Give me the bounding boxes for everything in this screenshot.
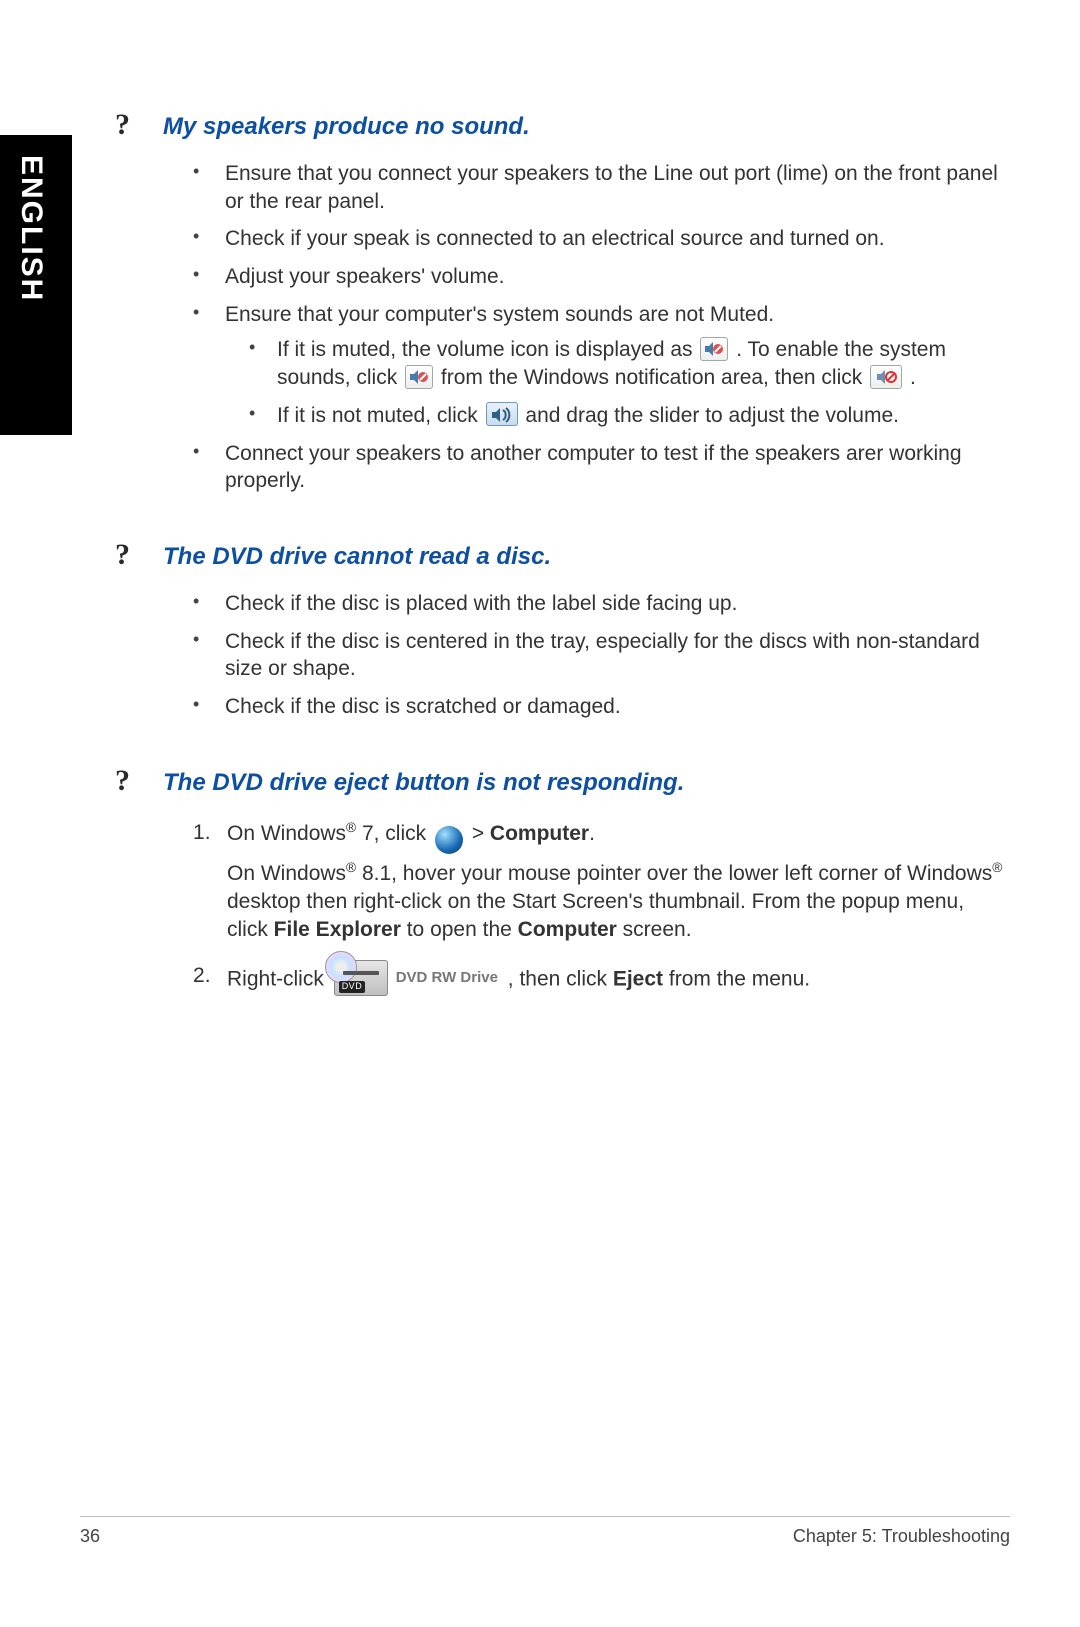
section-title: My speakers produce no sound.	[163, 113, 530, 142]
volume-icon	[486, 402, 518, 426]
windows-start-orb-icon	[434, 826, 464, 854]
language-label: ENGLISH	[14, 155, 48, 302]
text: to open the	[401, 918, 518, 941]
list-item: Connect your speakers to another compute…	[193, 440, 1010, 495]
computer-label: Computer	[518, 918, 617, 941]
chapter-label: Chapter 5: Troubleshooting	[793, 1526, 1010, 1547]
text: , then click	[508, 967, 613, 990]
language-side-tab: ENGLISH	[0, 135, 72, 435]
text: If it is not muted, click	[277, 404, 484, 427]
list-item: Check if the disc is placed with the lab…	[193, 590, 1010, 618]
list-item: Ensure that your computer's system sound…	[193, 301, 1010, 430]
list-item: Adjust your speakers' volume.	[193, 263, 1010, 291]
text: 7, click	[356, 822, 432, 845]
section-title: The DVD drive cannot read a disc.	[163, 543, 551, 572]
content-area: ? My speakers produce no sound. Ensure t…	[115, 110, 1010, 1043]
registered-mark: ®	[346, 820, 356, 835]
text: On Windows	[227, 822, 346, 845]
page-number: 36	[80, 1526, 100, 1547]
file-explorer-label: File Explorer	[274, 918, 401, 941]
section-dvd-eject: ? The DVD drive eject button is not resp…	[115, 766, 1010, 998]
section-speakers: ? My speakers produce no sound. Ensure t…	[115, 110, 1010, 495]
text: On Windows	[227, 862, 346, 885]
dvd-rw-drive-icon: DVD DVD RW Drive	[334, 960, 498, 996]
registered-mark: ®	[346, 860, 356, 875]
registered-mark: ®	[992, 860, 1002, 875]
text: If it is muted, the volume icon is displ…	[277, 338, 698, 361]
list-item: If it is muted, the volume icon is displ…	[249, 336, 1010, 391]
question-mark-icon: ?	[115, 110, 163, 140]
text: Right-click	[227, 967, 330, 990]
question-mark-icon: ?	[115, 540, 163, 570]
step-item: On Windows® 7, click > Computer. On Wind…	[193, 819, 1010, 943]
list-item-text: Ensure that your computer's system sound…	[225, 303, 774, 326]
volume-muted-icon	[700, 337, 728, 361]
volume-tray-muted-icon	[405, 365, 433, 389]
text: from the Windows notification area, then…	[441, 366, 868, 389]
section-title: The DVD drive eject button is not respon…	[163, 769, 684, 798]
question-mark-icon: ?	[115, 766, 163, 796]
footer-rule	[80, 1516, 1010, 1517]
list-item: Check if the disc is centered in the tra…	[193, 628, 1010, 683]
section-dvd-read: ? The DVD drive cannot read a disc. Chec…	[115, 540, 1010, 721]
list-item: Check if your speak is connected to an e…	[193, 225, 1010, 253]
list-item: If it is not muted, click and drag the s…	[249, 402, 1010, 430]
eject-label: Eject	[613, 967, 663, 990]
list-item: Check if the disc is scratched or damage…	[193, 693, 1010, 721]
computer-label: Computer	[490, 822, 589, 845]
text: 8.1, hover your mouse pointer over the l…	[356, 862, 992, 885]
text: .	[910, 366, 916, 389]
text: from the menu.	[663, 967, 810, 990]
text: .	[589, 822, 595, 845]
list-item: Ensure that you connect your speakers to…	[193, 160, 1010, 215]
dvd-drive-label: DVD RW Drive	[396, 968, 498, 988]
page: ENGLISH ? My speakers produce no sound. …	[0, 0, 1080, 1627]
text: screen.	[617, 918, 692, 941]
text: and drag the slider to adjust the volume…	[525, 404, 899, 427]
mixer-mute-button-icon	[870, 365, 902, 389]
step-item: Right-click DVD DVD RW Drive , then clic…	[193, 962, 1010, 998]
text: >	[472, 822, 490, 845]
